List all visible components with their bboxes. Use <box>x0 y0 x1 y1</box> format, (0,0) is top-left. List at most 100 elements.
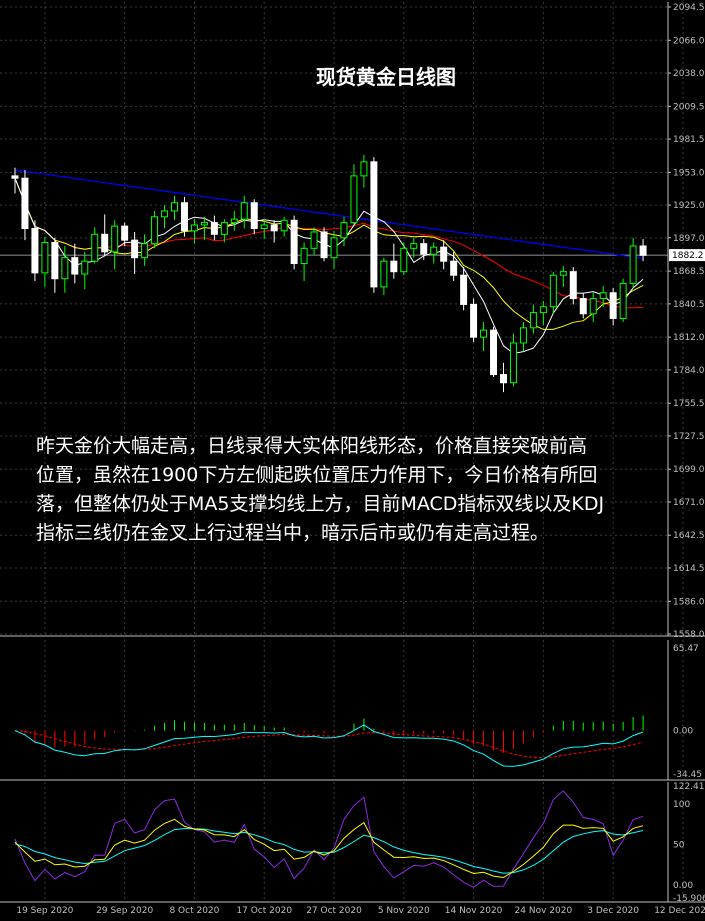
candle-body <box>460 274 468 305</box>
candle-body <box>450 260 458 276</box>
candle-body <box>41 241 49 274</box>
candle-body <box>440 246 448 262</box>
candle-body <box>71 257 79 275</box>
candle-body <box>639 245 647 256</box>
candle-body <box>270 224 278 232</box>
candle-body <box>250 202 258 229</box>
y-tick-label: 1868.5 <box>673 267 705 277</box>
macd-dea-line <box>14 730 644 759</box>
y-tick-label: 1558.0 <box>673 630 705 640</box>
candle-body <box>509 342 517 384</box>
y-tick-label: 1925.0 <box>673 201 705 211</box>
candle-body <box>141 243 149 259</box>
kdj-y-label: 100 <box>673 800 690 810</box>
y-tick-label: 1699.0 <box>673 465 705 475</box>
x-tick-label: 14 Nov 2020 <box>445 906 503 916</box>
candle-body <box>390 260 398 273</box>
y-tick-label: 1671.0 <box>673 498 705 508</box>
kdj-k-line <box>14 818 644 879</box>
candle-body <box>420 243 428 255</box>
candle-body <box>400 247 408 273</box>
candle-body <box>310 231 318 249</box>
candle-body <box>360 161 368 177</box>
y-tick-label: 1812.0 <box>673 333 705 343</box>
kdj-y-label: -15.9062 <box>673 894 705 904</box>
x-tick-label: 5 Nov 2020 <box>378 906 430 916</box>
candle-body <box>579 298 587 315</box>
candle-body <box>260 224 268 229</box>
candle-body <box>340 222 348 239</box>
y-tick-label: 2094.5 <box>673 3 705 13</box>
candle-body <box>300 247 308 265</box>
candle-body <box>81 260 89 275</box>
candle-body <box>21 177 29 229</box>
candle-body <box>111 225 119 253</box>
candle-body <box>569 271 577 300</box>
candle-body <box>599 292 607 300</box>
candle-body <box>609 292 617 319</box>
y-tick-label: 1897.0 <box>673 234 705 244</box>
candle-body <box>330 237 338 259</box>
y-tick-label: 2038.0 <box>673 69 705 79</box>
candle-body <box>151 216 159 245</box>
candle-body <box>190 224 198 232</box>
macd-y-label: 65.47 <box>673 644 699 654</box>
candle-body <box>480 329 488 338</box>
candle-body <box>61 257 69 280</box>
x-tick-label: 24 Nov 2020 <box>515 906 573 916</box>
ma60-line <box>14 169 644 259</box>
candle-body <box>430 246 438 255</box>
ma10-line <box>14 178 644 330</box>
candle-body <box>629 245 637 284</box>
candle-body <box>559 271 567 276</box>
x-tick-label: 27 Oct 2020 <box>306 906 362 916</box>
y-tick-label: 2066.0 <box>673 36 705 46</box>
kdj-y-label: 122.415 <box>673 782 705 792</box>
candle-body <box>470 303 478 338</box>
candle-body <box>539 306 547 314</box>
kdj-y-label: 0.00 <box>673 881 693 891</box>
candle-body <box>210 222 218 235</box>
kdj-y-label: 50 <box>673 841 685 851</box>
x-tick-label: 29 Sep 2020 <box>96 906 153 916</box>
candle-body <box>370 161 378 288</box>
candle-body <box>500 374 507 384</box>
candle-body <box>380 260 388 288</box>
ma20-line <box>14 178 644 309</box>
y-tick-label: 1586.0 <box>673 597 705 607</box>
candle-body <box>519 327 527 344</box>
candle-body <box>121 225 129 241</box>
y-tick-label: 1755.5 <box>673 399 705 409</box>
x-tick-label: 8 Oct 2020 <box>169 906 219 916</box>
candle-body <box>490 329 498 376</box>
chart-title: 现货黄金日线图 <box>316 65 456 89</box>
candle-body <box>589 298 597 315</box>
candle-body <box>200 222 208 226</box>
macd-y-label: 0.00 <box>673 727 693 737</box>
candle-body <box>230 218 238 224</box>
candle-body <box>410 243 418 249</box>
candle-body <box>161 210 169 218</box>
candle-body <box>529 312 537 329</box>
macd-y-label: -34.45 <box>673 770 702 780</box>
x-tick-label: 17 Oct 2020 <box>236 906 292 916</box>
candle-body <box>320 231 328 259</box>
y-tick-label: 1953.0 <box>673 168 705 178</box>
candle-body <box>51 241 59 280</box>
candle-body <box>280 219 288 232</box>
x-tick-label: 12 Dec 2020 <box>654 906 705 916</box>
x-tick-label: 19 Sep 2020 <box>16 906 73 916</box>
y-tick-label: 1981.5 <box>673 135 705 145</box>
candle-body <box>171 202 178 212</box>
ma5-line <box>14 178 644 355</box>
candle-body <box>101 233 109 253</box>
candle-body <box>180 202 188 232</box>
candle-body <box>220 222 228 235</box>
candle-body <box>31 227 39 274</box>
y-tick-label: 1614.5 <box>673 564 705 574</box>
y-tick-label: 1784.0 <box>673 366 705 376</box>
candle-body <box>350 175 358 224</box>
candle-body <box>131 239 139 259</box>
candle-body <box>290 219 298 265</box>
current-price-label: 1882.2 <box>672 251 704 261</box>
